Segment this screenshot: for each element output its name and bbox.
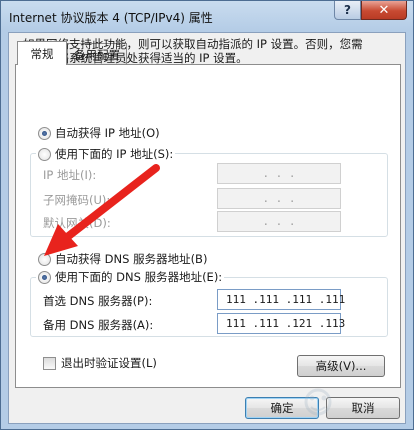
radio-selected-indicator [38, 126, 51, 140]
tab-general[interactable]: 常规 [17, 41, 67, 65]
dialog-window: Internet 协议版本 4 (TCP/IPv4) 属性 ? ✕ 备用配置 常… [0, 0, 414, 430]
dns-manual-label: 使用下面的 DNS 服务器地址(E): [55, 270, 223, 284]
close-button[interactable]: ✕ [361, 1, 407, 20]
subnet-mask-dots: . . . [262, 192, 296, 205]
watermark-logo [304, 388, 332, 416]
ip-auto-label: 自动获得 IP 地址(O) [55, 126, 160, 140]
subnet-mask-input[interactable]: . . . [217, 188, 341, 209]
alternate-dns-input[interactable]: 111 .111 .121 .113 [217, 313, 345, 334]
default-gateway-label: 默认网关(D): [43, 216, 111, 230]
advanced-button[interactable]: 高级(V)... [297, 355, 385, 377]
dns-manual-radio[interactable]: 使用下面的 DNS 服务器地址(E): [36, 269, 225, 285]
preferred-dns-input[interactable]: 111 .111 .111 .111 [217, 289, 345, 310]
alternate-dns-label: 备用 DNS 服务器(A): [43, 318, 154, 332]
radio-unselected-indicator [38, 147, 51, 161]
alternate-dns-value: 111 .111 .121 .113 [226, 317, 346, 330]
dns-auto-radio[interactable]: 自动获得 DNS 服务器地址(B) [38, 251, 207, 267]
ip-address-dots: . . . [262, 167, 296, 180]
validate-on-exit-label: 退出时验证设置(L) [61, 356, 157, 370]
preferred-dns-value: 111 .111 .111 .111 [226, 293, 346, 306]
help-button[interactable]: ? [334, 1, 361, 20]
validate-on-exit-checkbox[interactable]: 退出时验证设置(L) [43, 355, 157, 371]
preferred-dns-label: 首选 DNS 服务器(P): [43, 294, 153, 308]
default-gateway-input[interactable]: . . . [217, 211, 341, 232]
title-bar[interactable]: Internet 协议版本 4 (TCP/IPv4) 属性 ? ✕ [1, 1, 413, 33]
ip-manual-radio[interactable]: 使用下面的 IP 地址(S): [36, 146, 176, 162]
ip-address-label: IP 地址(I): [43, 168, 97, 182]
window-title: Internet 协议版本 4 (TCP/IPv4) 属性 [9, 11, 213, 25]
checkbox-box [43, 356, 56, 370]
radio-unselected-indicator [38, 252, 51, 266]
radio-selected-indicator [38, 270, 51, 284]
ip-address-input[interactable]: . . . [217, 163, 341, 184]
default-gateway-dots: . . . [262, 215, 296, 228]
ip-auto-radio[interactable]: 自动获得 IP 地址(O) [38, 125, 160, 141]
dns-auto-label: 自动获得 DNS 服务器地址(B) [55, 252, 208, 266]
subnet-mask-label: 子网掩码(U): [43, 193, 111, 207]
ip-manual-label: 使用下面的 IP 地址(S): [55, 147, 174, 161]
description-text: 如果网络支持此功能，则可以获取自动指派的 IP 设置。否则，您需要从网络系统管理… [23, 37, 363, 65]
